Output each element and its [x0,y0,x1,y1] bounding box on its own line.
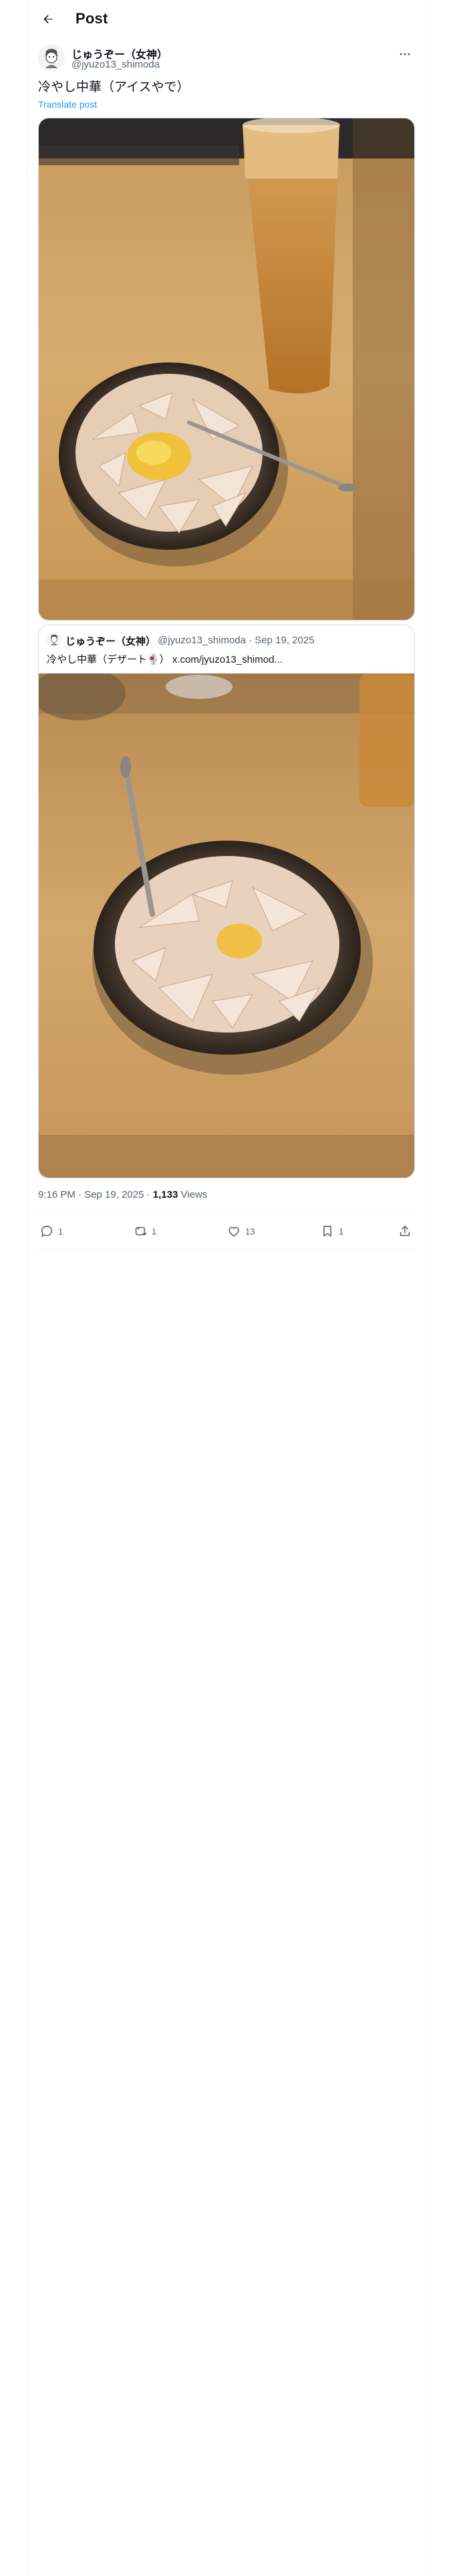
like-count: 13 [245,1226,255,1237]
quoted-meta: @jyuzo13_shimoda · Sep 19, 2025 [158,635,315,646]
reply-icon [41,1225,53,1237]
post-timestamp: 9:16 PM · Sep 19, 2025 · 1,133 Views [38,1189,207,1200]
quoted-text-body: 冷やし中華（デザート🍨） [47,654,170,665]
action-bar: 1 1 13 1 [38,1218,415,1245]
repost-icon [135,1226,147,1236]
views-label: Views [178,1189,208,1200]
quoted-author-name: じゅうぞー（女神） [65,636,156,647]
post-time[interactable]: 9:16 PM · Sep 19, 2025 · [38,1189,153,1200]
repost-count: 1 [152,1226,157,1237]
quoted-photo[interactable] [39,673,414,1178]
reply-count: 1 [58,1226,63,1237]
back-arrow-icon [43,15,53,23]
post-photo[interactable] [38,118,415,621]
more-button[interactable] [394,44,416,64]
quoted-text: 冷やし中華（デザート🍨） x.com/jyuzo13_shimod... [47,652,283,666]
reply-button[interactable]: 1 [39,1222,63,1240]
top-bar: Post [27,0,426,39]
quoted-link[interactable]: x.com/jyuzo13_shimod... [172,654,283,665]
share-button[interactable] [398,1222,412,1240]
post-text: 冷やし中華（アイスやで） [38,80,190,94]
author-handle[interactable]: @jyuzo13_shimoda [71,59,160,70]
repost-button[interactable]: 1 [133,1222,156,1240]
page-title: Post [76,10,108,27]
views-count: 1,133 [152,1189,178,1200]
avatar[interactable] [38,44,65,71]
quoted-post[interactable]: じゅうぞー（女神） @jyuzo13_shimoda · Sep 19, 202… [38,625,415,1178]
bookmark-count: 1 [339,1226,344,1237]
post-column: Post じゅうぞー（女神） @jyuzo13_shimoda 冷やし中華（アイ… [27,0,425,2576]
share-icon [400,1225,410,1237]
translate-post-link[interactable]: Translate post [38,99,97,110]
divider [38,1249,415,1250]
back-button[interactable] [37,8,59,31]
quoted-avatar [47,632,61,647]
bookmark-button[interactable]: 1 [320,1222,343,1240]
bookmark-icon [323,1225,331,1237]
like-icon [229,1226,239,1237]
more-icon [400,53,410,56]
like-button[interactable]: 13 [227,1222,255,1240]
